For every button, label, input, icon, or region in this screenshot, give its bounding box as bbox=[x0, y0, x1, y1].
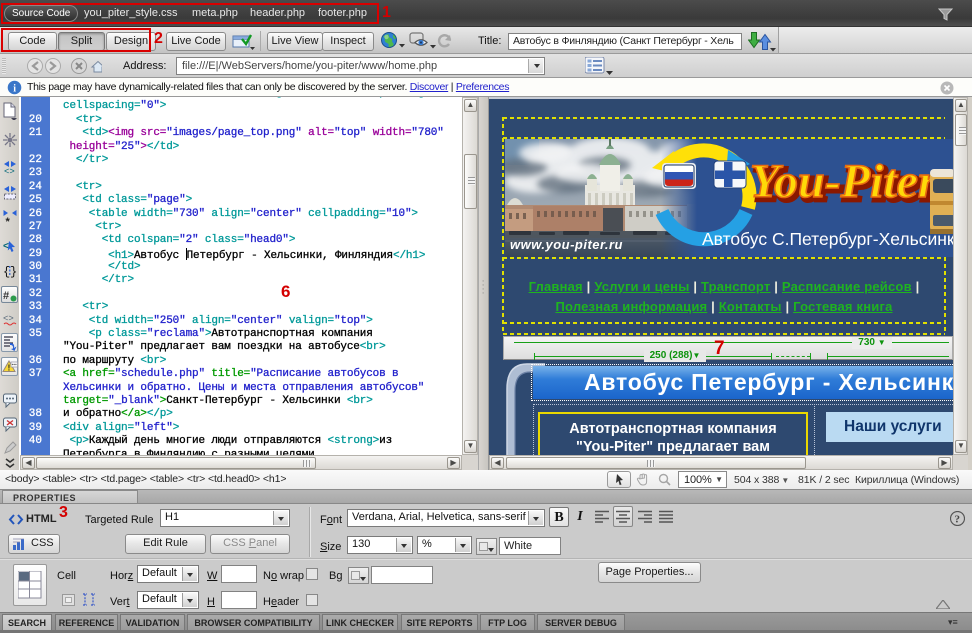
svg-text:You-Piter: You-Piter bbox=[750, 155, 938, 208]
svg-text:#: # bbox=[3, 290, 9, 302]
svg-text:}: } bbox=[10, 265, 17, 278]
svg-text:!: ! bbox=[8, 364, 11, 373]
svg-text:<>: <> bbox=[3, 314, 14, 324]
svg-text:*: * bbox=[6, 216, 11, 226]
svg-text:<>: <> bbox=[4, 167, 15, 175]
svg-text:www.you-piter.ru: www.you-piter.ru bbox=[510, 237, 623, 252]
svg-text:Автобус С.Петербург-Хельсинки: Автобус С.Петербург-Хельсинки bbox=[702, 229, 953, 249]
svg-text:?: ? bbox=[955, 514, 961, 526]
svg-text:<: < bbox=[3, 241, 9, 252]
